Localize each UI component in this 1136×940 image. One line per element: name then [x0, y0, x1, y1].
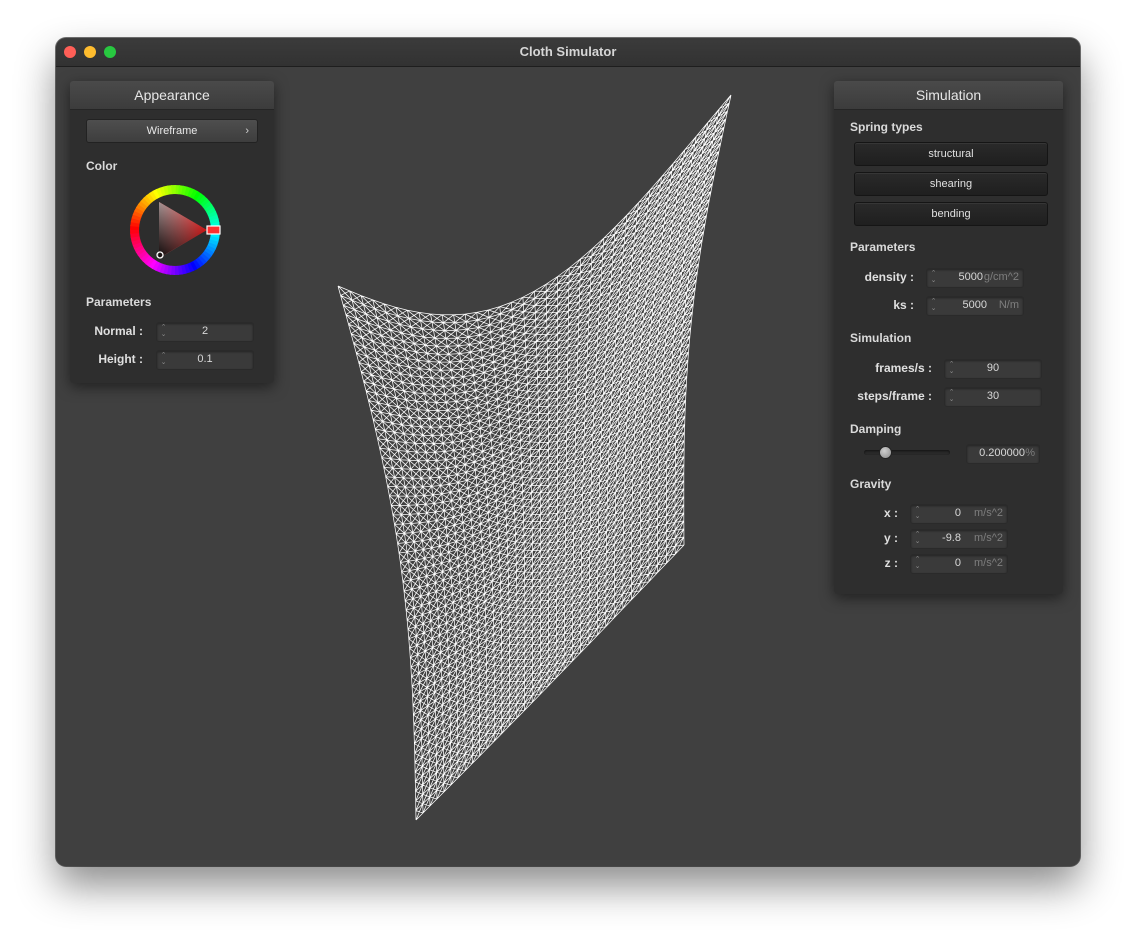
spinner-icon[interactable]: ⌃ ⌄ — [914, 556, 921, 572]
sim-params-label: Parameters — [850, 240, 916, 254]
fps-field[interactable]: ⌃ ⌄ 90 — [944, 359, 1042, 379]
damping-value: 0.200000 — [979, 447, 1025, 459]
height-label: Height : — [98, 352, 143, 366]
bending-toggle-button[interactable]: bending — [854, 202, 1048, 226]
simulation-section-label: Simulation — [850, 331, 912, 345]
normal-field[interactable]: ⌃ ⌄ 2 — [156, 322, 254, 342]
cloth-mesh[interactable] — [337, 94, 732, 821]
shearing-toggle-button[interactable]: shearing — [854, 172, 1048, 196]
damping-slider[interactable] — [864, 450, 950, 455]
hue-selector-handle[interactable] — [206, 225, 221, 235]
damping-field[interactable]: 0.200000 % — [966, 444, 1040, 464]
gravity-y-field[interactable]: ⌃ ⌄ -9.8 m/s^2 — [910, 529, 1008, 549]
gravity-z-value: 0 — [954, 557, 961, 569]
appearance-panel: Appearance Wireframe › Color Parameters … — [70, 81, 274, 383]
normal-value: 2 — [201, 325, 209, 337]
density-unit: g/cm^2 — [983, 271, 1019, 283]
spinner-icon[interactable]: ⌃ ⌄ — [930, 270, 937, 286]
fps-label: frames/s : — [875, 361, 932, 375]
spinner-icon[interactable]: ⌃ ⌄ — [930, 298, 937, 314]
app-window: Cloth Simulator Appearance Wireframe › C… — [56, 38, 1080, 866]
damping-slider-knob[interactable] — [878, 446, 892, 459]
chevron-right-icon: › — [245, 125, 249, 137]
spinner-icon[interactable]: ⌃ ⌄ — [914, 506, 921, 522]
color-wheel[interactable] — [129, 184, 221, 276]
simulation-panel-header[interactable]: Simulation — [834, 81, 1063, 110]
density-field[interactable]: ⌃ ⌄ 5000 g/cm^2 — [926, 268, 1024, 288]
gravity-y-label: y : — [883, 531, 898, 545]
fps-value: 90 — [986, 362, 1000, 374]
height-value: 0.1 — [197, 353, 213, 365]
gravity-x-field[interactable]: ⌃ ⌄ 0 m/s^2 — [910, 504, 1008, 524]
window-title: Cloth Simulator — [519, 44, 617, 59]
gravity-z-unit: m/s^2 — [974, 557, 1003, 569]
ks-field[interactable]: ⌃ ⌄ 5000 N/m — [926, 296, 1024, 316]
spring-types-label: Spring types — [850, 120, 923, 134]
title-bar[interactable]: Cloth Simulator — [56, 38, 1080, 67]
gravity-z-label: z : — [884, 556, 898, 570]
spinner-icon[interactable]: ⌃ ⌄ — [914, 531, 921, 547]
color-section-label: Color — [86, 159, 118, 173]
steps-field[interactable]: ⌃ ⌄ 30 — [944, 387, 1042, 407]
damping-unit: % — [1025, 447, 1035, 459]
gravity-x-unit: m/s^2 — [974, 507, 1003, 519]
density-label: density : — [864, 270, 914, 284]
appearance-params-label: Parameters — [86, 295, 152, 309]
ks-label: ks : — [893, 298, 914, 312]
gravity-x-value: 0 — [954, 507, 961, 519]
gravity-y-value: -9.8 — [942, 532, 961, 544]
density-value: 5000 — [958, 271, 983, 283]
ks-unit: N/m — [998, 299, 1019, 311]
appearance-panel-header[interactable]: Appearance — [70, 81, 274, 110]
gravity-z-field[interactable]: ⌃ ⌄ 0 m/s^2 — [910, 554, 1008, 574]
normal-label: Normal : — [94, 324, 143, 338]
gravity-y-unit: m/s^2 — [974, 532, 1003, 544]
simulation-panel: Simulation Spring types structural shear… — [834, 81, 1063, 594]
shader-dropdown[interactable]: Wireframe › — [86, 119, 258, 143]
shader-dropdown-value: Wireframe — [146, 125, 198, 137]
height-field[interactable]: ⌃ ⌄ 0.1 — [156, 350, 254, 370]
structural-toggle-button[interactable]: structural — [854, 142, 1048, 166]
ks-value: 5000 — [962, 299, 987, 311]
gravity-x-label: x : — [883, 506, 898, 520]
steps-value: 30 — [986, 390, 1000, 402]
gravity-section-label: Gravity — [850, 477, 892, 491]
steps-label: steps/frame : — [857, 389, 932, 403]
damping-section-label: Damping — [850, 422, 902, 436]
